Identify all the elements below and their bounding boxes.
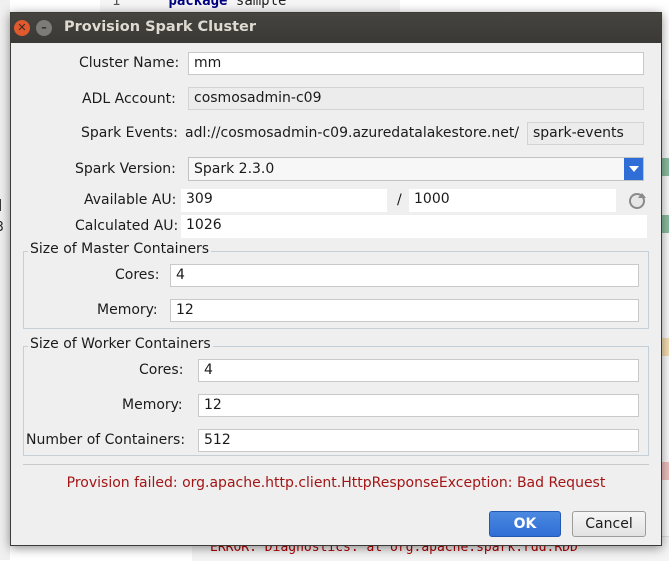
provision-error-message: Provision failed: org.apache.http.client… (66, 475, 606, 491)
refresh-icon[interactable] (629, 193, 646, 209)
cluster-name-input[interactable]: mm (188, 52, 644, 75)
line-number: 1 (112, 0, 121, 9)
worker-memory-label: Memory: (122, 397, 183, 413)
calculated-au-field: 1026 (181, 215, 647, 238)
master-memory-label: Memory: (97, 302, 158, 318)
code-keyword: package (168, 0, 228, 9)
spark-events-field: spark-events (527, 122, 644, 145)
chevron-down-icon[interactable] (624, 158, 643, 180)
available-au-separator: / (397, 192, 402, 208)
master-cores-label: Cores: (115, 267, 160, 283)
worker-memory-input[interactable]: 12 (198, 394, 639, 417)
master-cores-input[interactable]: 4 (170, 264, 639, 287)
calculated-au-label: Calculated AU: (75, 218, 179, 234)
cancel-button[interactable]: Cancel (572, 511, 646, 537)
spark-version-value: Spark 2.3.0 (194, 161, 275, 177)
dialog-titlebar[interactable]: ✕ – Provision Spark Cluster (11, 13, 661, 43)
master-group-title: Size of Master Containers (28, 241, 212, 257)
worker-group-title: Size of Worker Containers (28, 336, 213, 352)
cluster-name-label: Cluster Name: (79, 55, 180, 71)
minimize-icon[interactable]: – (36, 20, 52, 36)
available-au-field: 309 (181, 189, 387, 212)
spark-version-select[interactable]: Spark 2.3.0 (188, 157, 644, 181)
worker-containers-input[interactable]: 512 (198, 429, 639, 452)
worker-cores-input[interactable]: 4 (198, 359, 639, 382)
close-icon[interactable]: ✕ (14, 20, 30, 36)
master-memory-input[interactable]: 12 (170, 299, 639, 322)
ide-fragment: 3 (0, 220, 4, 235)
ok-button[interactable]: OK (489, 511, 561, 537)
available-au-label: Available AU: (84, 192, 177, 208)
worker-containers-label: Number of Containers: (26, 432, 186, 448)
ide-fragment: ] (0, 198, 4, 213)
adl-account-field: cosmosadmin-c09 (188, 87, 644, 110)
provision-dialog: ✕ – Provision Spark Cluster Cluster Name… (10, 12, 662, 546)
divider (23, 464, 649, 465)
code-text: sample (235, 0, 287, 9)
total-au-field: 1000 (409, 189, 616, 212)
ide-gutter (0, 0, 10, 560)
spark-events-label: Spark Events: (81, 125, 178, 141)
worker-cores-label: Cores: (139, 362, 184, 378)
spark-version-label: Spark Version: (75, 161, 176, 177)
adl-account-label: ADL Account: (82, 91, 176, 107)
ide-code-line: 1 package sample (112, 0, 286, 9)
dialog-title: Provision Spark Cluster (64, 19, 257, 35)
spark-events-prefix: adl://cosmosadmin-c09.azuredatalakestore… (185, 125, 520, 141)
